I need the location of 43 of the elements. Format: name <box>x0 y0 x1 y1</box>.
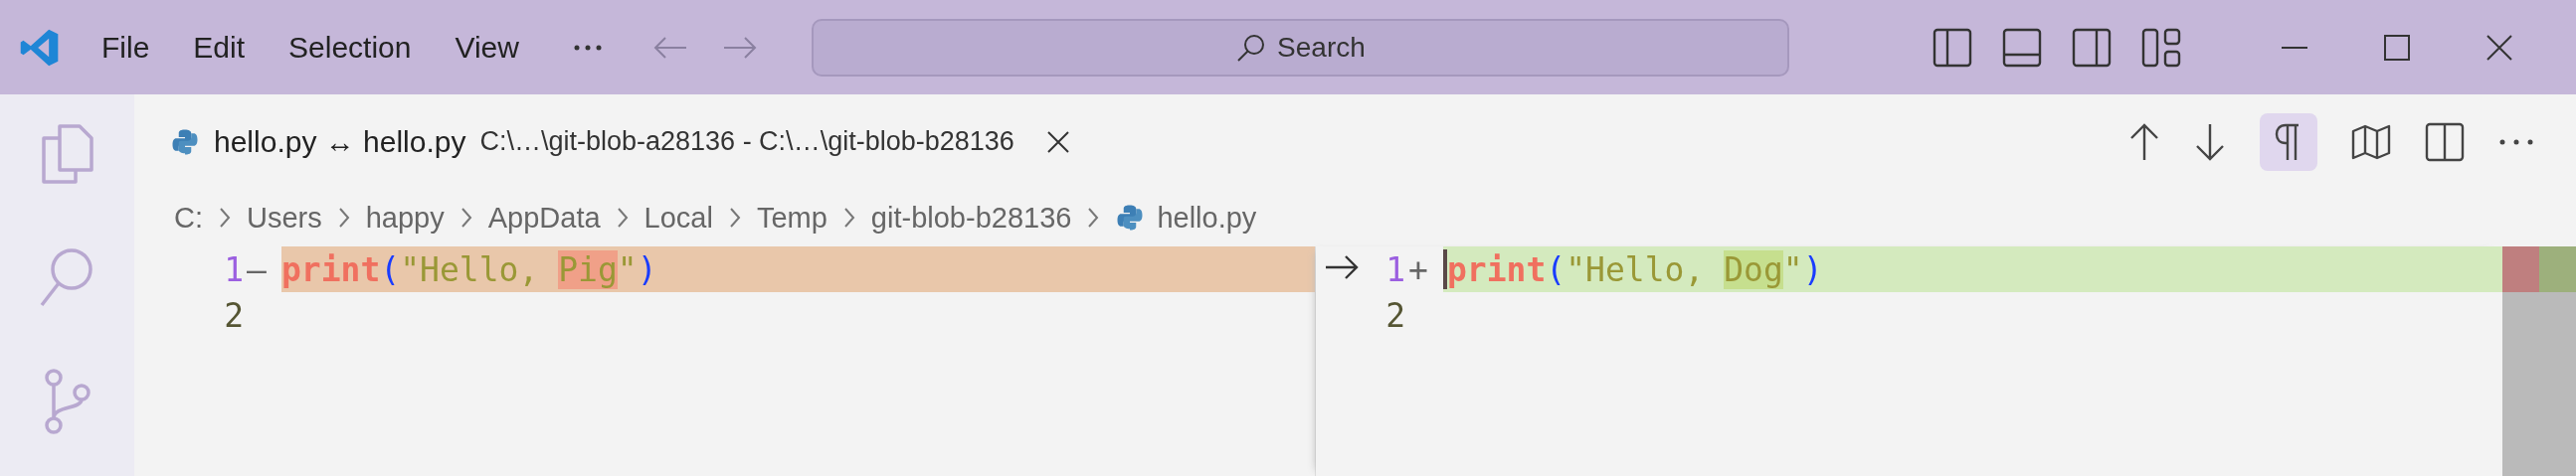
chevron-icon <box>616 207 629 229</box>
chevron-icon <box>219 207 231 229</box>
secondary-sidebar-icon[interactable] <box>2071 27 2112 68</box>
up-arrow-icon[interactable] <box>2128 121 2160 162</box>
search-box[interactable]: Search <box>811 18 1789 77</box>
tab-title: hello.py ↔ hello.py <box>214 124 466 159</box>
close-icon[interactable] <box>2484 33 2513 62</box>
panel-layout-icon[interactable] <box>2001 27 2042 68</box>
chevron-icon <box>460 207 472 229</box>
breadcrumb-item[interactable]: hello.py <box>1157 201 1257 235</box>
whitespace-toggle[interactable] <box>2260 112 2317 171</box>
more-icon[interactable] <box>2498 137 2534 146</box>
breadcrumb-item[interactable]: happy <box>365 201 445 235</box>
chevron-icon <box>1087 207 1100 229</box>
line-number: 1 <box>1384 249 1405 289</box>
chevron-icon <box>842 207 855 229</box>
layout-grid-icon[interactable] <box>2140 27 2181 68</box>
close-icon[interactable] <box>1045 129 1070 154</box>
down-arrow-icon[interactable] <box>2194 121 2226 162</box>
breadcrumb-item[interactable]: AppData <box>487 201 601 235</box>
menu-item[interactable]: Edit <box>193 30 246 65</box>
breadcrumb-item[interactable]: C: <box>174 201 203 235</box>
chevron-icon <box>728 207 741 229</box>
more-icon[interactable] <box>572 43 603 52</box>
line-number: 1 <box>223 249 244 289</box>
menu-item[interactable]: File <box>101 30 150 65</box>
breadcrumb-item[interactable]: Temp <box>756 201 828 235</box>
chevron-icon <box>337 207 350 229</box>
diff-marker: + <box>1408 249 1428 289</box>
maximize-icon[interactable] <box>2382 33 2411 62</box>
breadcrumb-item[interactable]: Users <box>247 201 322 235</box>
sidebar-layout-icon[interactable] <box>1932 27 1972 68</box>
split-editor-icon[interactable] <box>2425 121 2465 162</box>
map-icon[interactable] <box>2351 123 2391 160</box>
menu-item[interactable]: Selection <box>288 30 412 65</box>
menu-item[interactable]: View <box>455 30 519 65</box>
breadcrumb-item[interactable]: git-blob-b28136 <box>870 201 1072 235</box>
arrow-icon <box>1324 254 1360 280</box>
tab-description: C:\…\git-blob-a28136 - C:\…\git-blob-b28136 <box>479 126 1014 157</box>
line-number: 2 <box>223 295 244 335</box>
breadcrumb-item[interactable]: Local <box>644 201 713 235</box>
line-number: 2 <box>1384 295 1405 335</box>
diff-marker: — <box>247 249 267 289</box>
